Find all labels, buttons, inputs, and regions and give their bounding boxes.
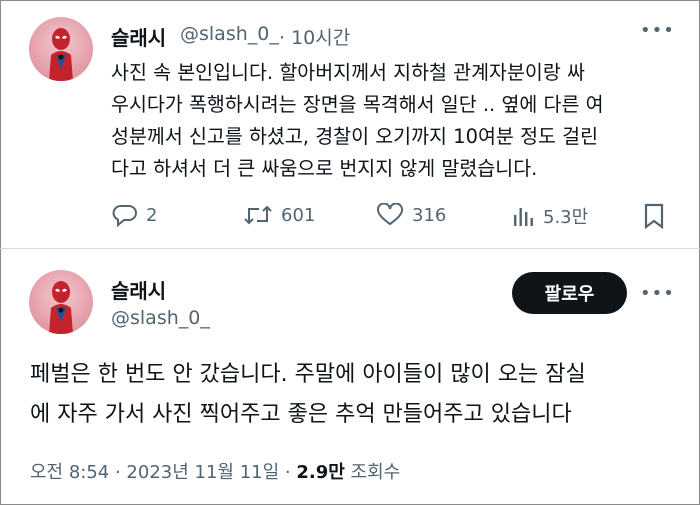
retweet-icon <box>244 205 272 225</box>
divider <box>0 248 700 249</box>
view-count[interactable]: 2.9만 <box>296 462 344 483</box>
view-count-label: 조회수 <box>344 462 401 483</box>
bookmark-button[interactable] <box>643 203 665 229</box>
user-handle[interactable]: @slash_0_ <box>111 307 210 329</box>
follow-button[interactable]: 팔로우 <box>512 272 627 314</box>
tweet-line: 다고 하셔서 더 큰 싸움으로 번지지 않게 말렸습니다. <box>111 157 538 180</box>
tweet-line: 사진 속 본인입니다. 할아버지께서 지하철 관계자분이랑 싸 <box>111 61 585 84</box>
user-handle[interactable]: @slash_0_ <box>180 23 279 45</box>
reply-count: 2 <box>146 204 158 226</box>
like-count: 316 <box>412 204 447 226</box>
tweet-line: 페벌은 한 번도 안 갔습니다. 주말에 아이들이 많이 오는 잠실 <box>30 362 586 387</box>
bookmark-icon <box>644 203 664 229</box>
more-options-button[interactable]: ••• <box>640 20 675 41</box>
tweet-line: 에 자주 가서 사진 찍어주고 좋은 추억 만들어주고 있습니다 <box>30 402 572 427</box>
tweet-time[interactable]: · 10시간 <box>279 23 350 50</box>
tweet-line: 성분께서 신고를 하셨고, 경찰이 오기까지 10여분 정도 걸린 <box>111 125 599 148</box>
avatar[interactable] <box>29 270 93 334</box>
tweet-body: 사진 속 본인입니다. 할아버지께서 지하철 관계자분이랑 싸 우시다가 폭행하… <box>111 57 671 185</box>
spiderman-avatar-icon <box>49 28 73 81</box>
tweet-body: 페벌은 한 번도 안 갔습니다. 주말에 아이들이 많이 오는 잠실 에 자주 … <box>30 355 680 435</box>
reply-button[interactable]: 2 <box>112 203 157 227</box>
retweet-button[interactable]: 601 <box>243 203 315 227</box>
tweet-timestamp[interactable]: 오전 8:54 · 2023년 11월 11일 · <box>30 462 296 483</box>
views-button[interactable]: 5.3만 <box>511 203 588 229</box>
user-name[interactable]: 슬래시 <box>111 22 166 51</box>
retweet-count: 601 <box>281 204 316 226</box>
more-options-button[interactable]: ••• <box>640 283 675 304</box>
spiderman-avatar-icon <box>49 281 73 334</box>
user-name[interactable]: 슬래시 <box>111 275 166 304</box>
tweet-actions: 2 601 316 5.3만 <box>0 203 700 233</box>
tweet-line: 우시다가 폭행하시려는 장면을 목격해서 일단 .. 옆에 다른 여 <box>111 93 604 116</box>
like-button[interactable]: 316 <box>376 203 446 227</box>
heart-icon <box>377 203 403 226</box>
views-icon <box>514 208 533 226</box>
views-count: 5.3만 <box>543 207 589 228</box>
ellipsis-icon: ••• <box>640 20 675 41</box>
ellipsis-icon: ••• <box>640 283 675 304</box>
avatar[interactable] <box>29 17 93 81</box>
reply-icon <box>112 205 137 227</box>
tweet-meta: 오전 8:54 · 2023년 11월 11일 · 2.9만 조회수 <box>30 458 400 484</box>
